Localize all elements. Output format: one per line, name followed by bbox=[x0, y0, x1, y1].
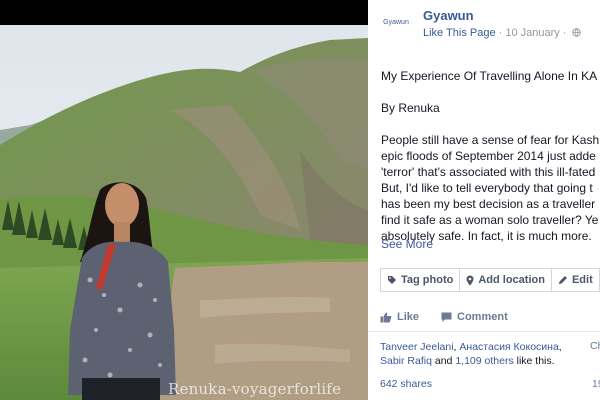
shares-count-link[interactable]: 642 shares bbox=[380, 378, 432, 390]
like-page-link[interactable]: Like This Page bbox=[423, 27, 496, 39]
like-button[interactable]: Like bbox=[380, 311, 419, 323]
pencil-icon bbox=[558, 276, 567, 284]
edit-button[interactable]: Edit bbox=[550, 268, 600, 292]
liker-separator: , bbox=[558, 341, 562, 353]
landscape-photo bbox=[0, 0, 368, 400]
post-actions: Like Comment bbox=[380, 308, 600, 326]
cut-off-count: 19 bbox=[592, 378, 600, 390]
post-text-line: 'terror' that's associated with this ill… bbox=[381, 165, 596, 179]
edit-label: Edit bbox=[571, 274, 593, 286]
photo-viewer: Renuka-voyagerforlife Gyawun Gyawun Like… bbox=[0, 0, 600, 400]
post-side-panel: Gyawun Gyawun Like This Page · 10 Januar… bbox=[368, 0, 600, 400]
liker-name[interactable]: Анастасия Кокосина bbox=[459, 341, 558, 353]
page-name-link[interactable]: Gyawun bbox=[423, 8, 474, 23]
meta-separator: · bbox=[498, 27, 503, 39]
add-location-button[interactable]: Add location bbox=[459, 268, 552, 292]
comment-label: Comment bbox=[457, 311, 508, 323]
page-logo-text: Gyawun bbox=[383, 18, 409, 26]
cut-off-link[interactable]: Ch bbox=[590, 340, 600, 352]
post-text-line: has been my best decision as a traveller bbox=[381, 197, 596, 211]
thumbs-up-icon bbox=[380, 312, 392, 322]
comment-button[interactable]: Comment bbox=[441, 311, 508, 323]
post-text-line: find it safe as a woman solo traveller? … bbox=[381, 213, 599, 227]
others-link[interactable]: 1,109 others bbox=[455, 355, 513, 367]
tag-photo-button[interactable]: Tag photo bbox=[380, 268, 461, 292]
globe-icon bbox=[571, 28, 581, 37]
likers-text: Tanveer Jeelani, Анастасия Кокосина, Sabi… bbox=[380, 340, 580, 368]
post-text: People still have a sense of fear for Ka… bbox=[381, 132, 600, 244]
date-separator: · bbox=[562, 27, 567, 39]
post-text-line: epic floods of September 2014 just adde bbox=[381, 149, 596, 163]
photo-tag-bar: Tag photo Add location Edit bbox=[380, 268, 600, 292]
post-title: My Experience Of Travelling Alone In KA bbox=[381, 69, 598, 83]
shares-row: 642 shares 19 bbox=[380, 378, 600, 390]
comment-icon bbox=[441, 312, 452, 322]
post-author: By Renuka bbox=[381, 101, 440, 115]
post-meta: Like This Page · 10 January · bbox=[423, 27, 581, 39]
liker-and: and bbox=[431, 355, 456, 367]
likes-suffix: like this. bbox=[513, 355, 555, 367]
page-logo[interactable]: Gyawun bbox=[378, 8, 414, 36]
post-body: My Experience Of Travelling Alone In KA … bbox=[381, 68, 600, 251]
like-label: Like bbox=[397, 311, 420, 323]
likes-summary: Tanveer Jeelani, Анастасия Кокосина, Sabi… bbox=[368, 331, 600, 368]
post-text-line: People still have a sense of fear for Ka… bbox=[381, 133, 600, 147]
liker-name[interactable]: Sabir Rafiq bbox=[380, 355, 432, 367]
photo[interactable]: Renuka-voyagerforlife bbox=[0, 0, 368, 400]
tag-icon bbox=[388, 276, 396, 284]
tag-photo-label: Tag photo bbox=[401, 274, 454, 286]
liker-name[interactable]: Tanveer Jeelani bbox=[380, 341, 454, 353]
see-more-link[interactable]: See More bbox=[381, 236, 433, 252]
post-header: Gyawun Gyawun Like This Page · 10 Januar… bbox=[368, 0, 600, 46]
add-location-label: Add location bbox=[478, 274, 545, 286]
post-text-line: But, I'd like to tell everybody that goi… bbox=[381, 181, 593, 195]
photo-watermark: Renuka-voyagerforlife bbox=[168, 380, 342, 398]
location-pin-icon bbox=[466, 275, 474, 285]
post-date[interactable]: 10 January bbox=[505, 27, 559, 39]
